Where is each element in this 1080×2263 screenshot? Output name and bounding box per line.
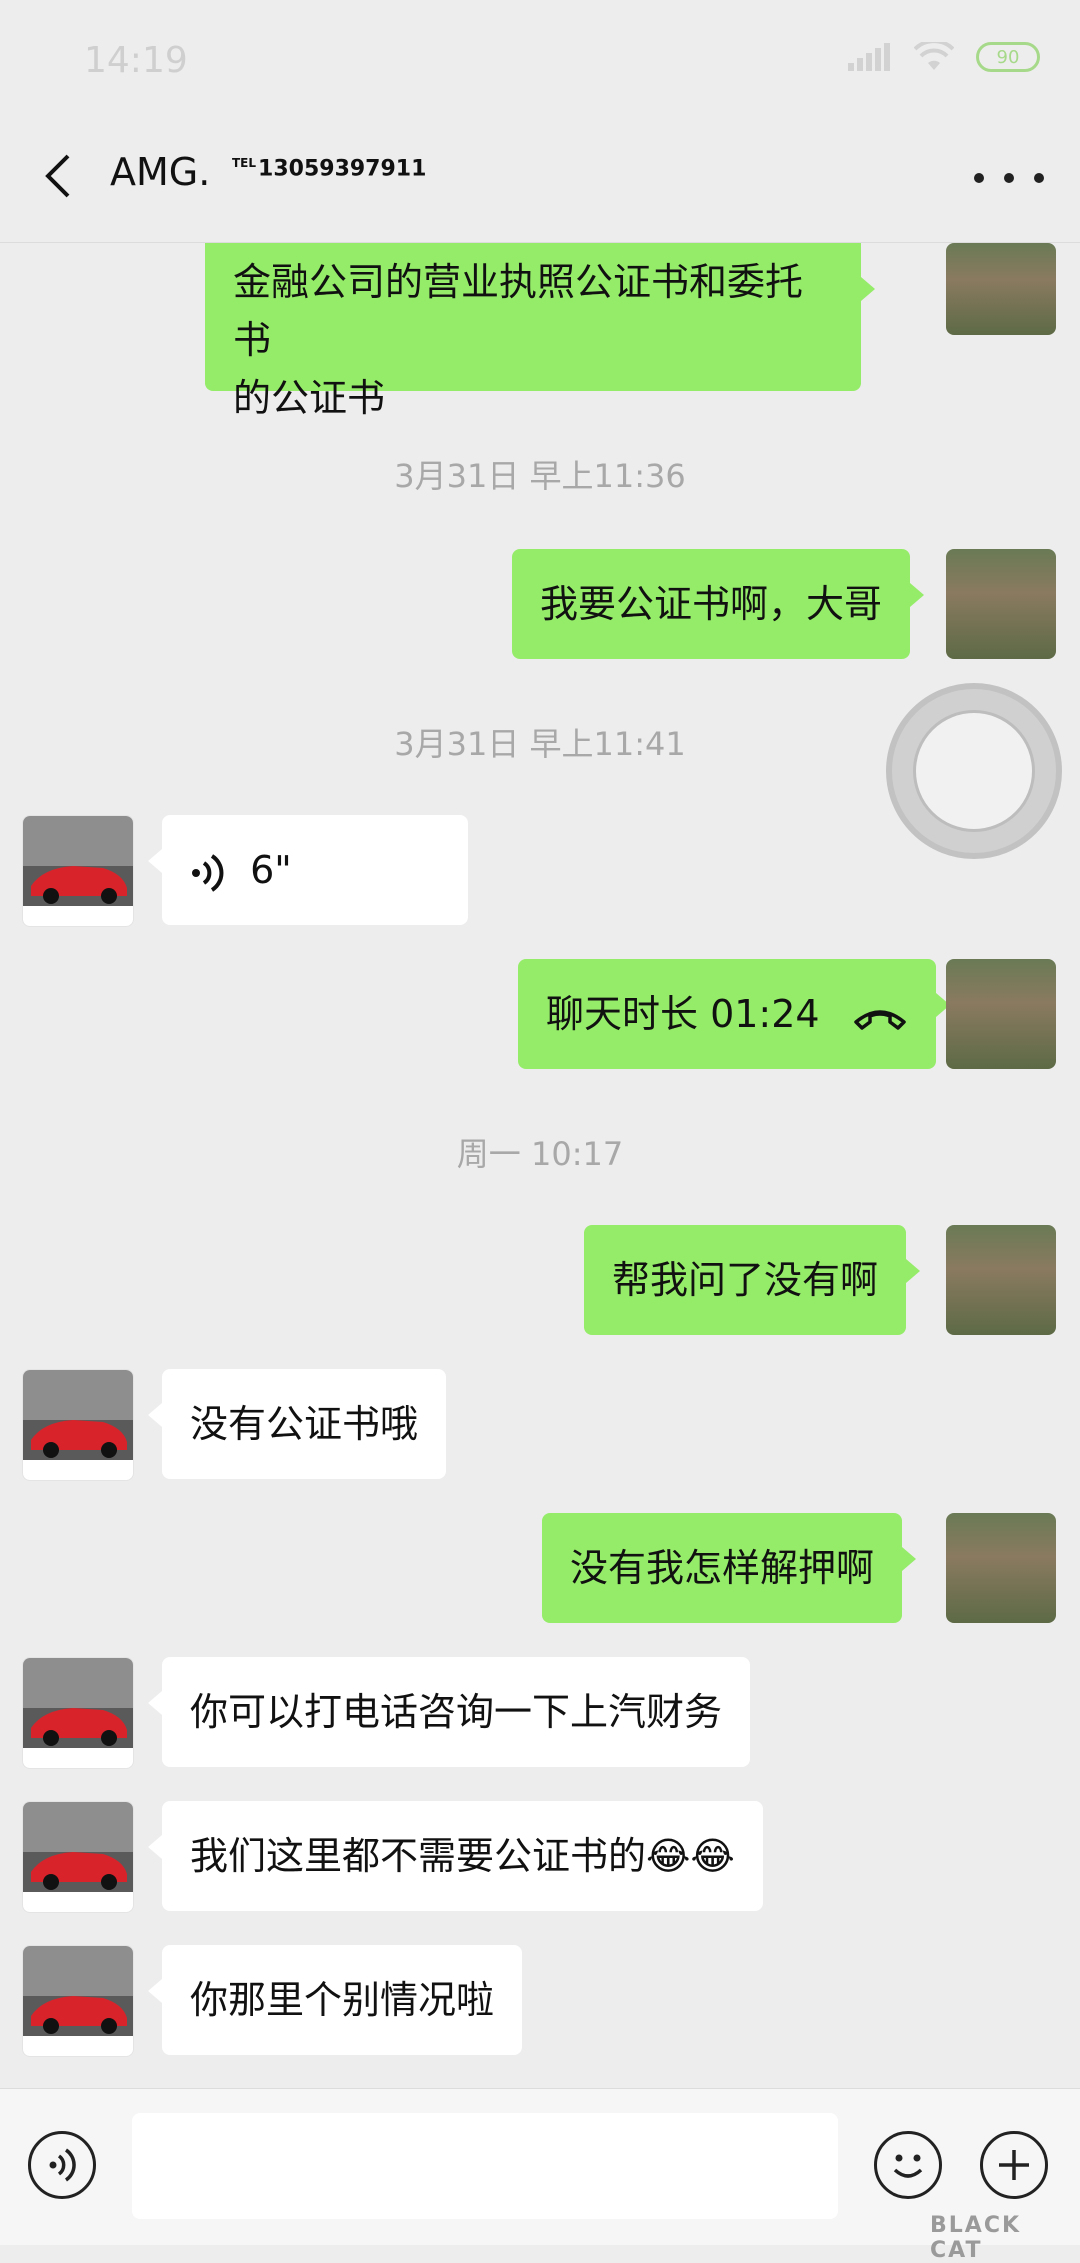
floating-assistive-button[interactable] [886,683,1062,859]
car-thumbnail-icon [23,1802,133,1892]
outgoing-message[interactable]: 帮我问了没有啊 [584,1225,921,1335]
my-avatar[interactable] [946,1225,1056,1335]
contact-tel: TEL13059397911 [232,156,426,181]
my-avatar[interactable] [946,549,1056,659]
phone-hangup-icon [853,1009,906,1030]
contact-avatar[interactable] [22,815,134,927]
battery-indicator: 90 [976,42,1040,72]
outgoing-message[interactable]: 金融公司的营业执照公证书和委托书 的公证书 [205,243,875,420]
input-bar: BLACK CAT [0,2088,1080,2263]
chat-header: AMG. TEL13059397911 [0,120,1080,243]
chevron-left-icon [45,154,70,198]
my-avatar[interactable] [946,959,1056,1069]
voice-duration: 6" [250,848,292,892]
voice-wave-icon [192,853,224,892]
more-dot-icon [1034,173,1044,183]
message-text: 帮我问了没有啊 [612,1258,879,1302]
signal-icon [848,43,890,71]
car-thumbnail-icon [23,1946,133,2036]
message-text: 我们这里都不需要公证书的😂😂 [190,1834,735,1878]
outgoing-call-record[interactable]: 聊天时长 01:24 [518,959,950,1069]
status-bar: 14:19 90 [0,0,1080,120]
timestamp: 周一 10:17 [456,1135,624,1173]
floating-button-inner [913,710,1035,832]
message-text: 我要公证书啊，大哥 [540,582,883,626]
message-text: 你可以打电话咨询一下上汽财务 [190,1690,723,1734]
timestamp: 3月31日 早上11:36 [394,457,686,495]
outgoing-message[interactable]: 我要公证书啊，大哥 [512,549,925,659]
message-line: 的公证书 [233,376,386,420]
emoji-button[interactable] [874,2131,942,2199]
tel-number: 13059397911 [258,156,427,182]
message-text: 你那里个别情况啦 [190,1978,495,2022]
message-input[interactable] [132,2113,838,2219]
incoming-message[interactable]: 你可以打电话咨询一下上汽财务 [147,1657,751,1767]
message-text: 没有公证书哦 [190,1402,419,1446]
status-time: 14:19 [84,40,188,81]
more-dot-icon [1004,173,1014,183]
incoming-voice-message[interactable]: 6" [148,815,468,925]
contact-avatar[interactable] [22,1657,134,1769]
wifi-icon [914,42,954,70]
message-text: 没有我怎样解押啊 [570,1546,875,1590]
chat-area[interactable]: 金融公司的营业执照公证书和委托书 的公证书 3月31日 早上11:36 我要公证… [0,243,1080,2087]
incoming-message[interactable]: 你那里个别情况啦 [147,1945,523,2055]
plus-icon [999,2150,1029,2180]
outgoing-message[interactable]: 没有我怎样解押啊 [542,1513,917,1623]
car-thumbnail-icon [23,1370,133,1460]
message-line: 金融公司的营业执照公证书和委托书 [233,260,804,362]
contact-name: AMG. [110,150,211,194]
tel-tag: TEL [232,156,257,170]
voice-wave-icon [49,2148,76,2182]
call-duration-text: 聊天时长 01:24 [546,992,820,1036]
incoming-message[interactable]: 我们这里都不需要公证书的😂😂 [148,1801,763,1911]
back-button[interactable] [28,144,92,208]
battery-level: 90 [996,46,1020,68]
more-options-button[interactable] [974,158,1044,198]
contact-avatar[interactable] [22,1369,134,1481]
more-dot-icon [974,173,984,183]
status-icons: 90 [848,42,1040,72]
watermark: BLACK CAT [930,2213,1022,2263]
car-thumbnail-icon [23,1658,133,1748]
voice-input-button[interactable] [28,2131,96,2199]
contact-avatar[interactable] [22,1945,134,2057]
my-avatar[interactable] [946,243,1056,335]
contact-avatar[interactable] [22,1801,134,1913]
smiley-icon [893,2154,923,2178]
incoming-message[interactable]: 没有公证书哦 [147,1369,447,1479]
car-thumbnail-icon [23,816,133,906]
more-functions-button[interactable] [980,2131,1048,2199]
my-avatar[interactable] [946,1513,1056,1623]
